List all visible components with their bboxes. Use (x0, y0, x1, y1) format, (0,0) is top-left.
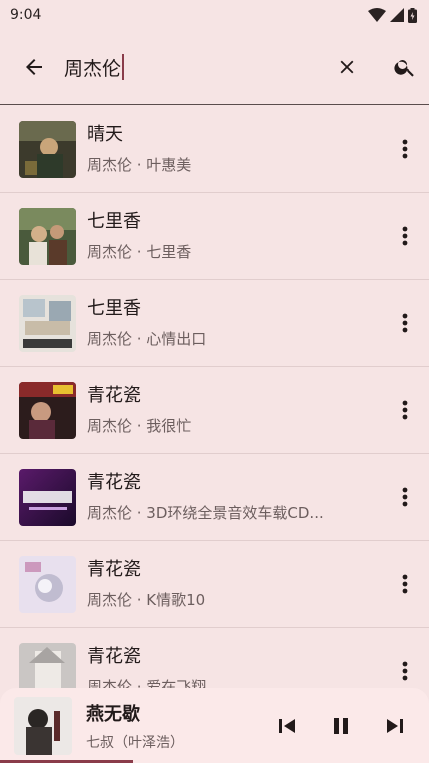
status-time: 9:04 (10, 7, 42, 23)
song-title: 青花瓷 (87, 645, 141, 667)
search-input[interactable]: 周杰伦 (64, 54, 121, 81)
song-title: 晴天 (87, 123, 123, 145)
previous-button[interactable] (273, 712, 301, 740)
album-cover (19, 294, 76, 352)
search-bar: 周杰伦 (0, 30, 429, 105)
list-item[interactable]: 青花瓷 周杰伦 · 3D环绕全景音效车载CD... (0, 454, 429, 541)
more-vert-icon (402, 139, 408, 159)
album-cover (19, 555, 76, 613)
next-button[interactable] (381, 712, 409, 740)
text-cursor (122, 54, 125, 80)
song-title: 七里香 (87, 297, 141, 319)
song-subtitle: 周杰伦 · 爱在飞翔 (87, 677, 207, 689)
more-options-button[interactable] (393, 216, 417, 256)
now-playing-cover (14, 696, 72, 755)
close-icon (340, 60, 354, 74)
list-item[interactable]: 青花瓷 周杰伦 · K情歌10 (0, 541, 429, 628)
pause-button[interactable] (327, 712, 355, 740)
more-options-button[interactable] (393, 390, 417, 430)
player-controls (273, 712, 409, 740)
list-item[interactable]: 晴天 周杰伦 · 叶惠美 (0, 106, 429, 193)
song-text: 青花瓷 周杰伦 · 我很忙 (87, 384, 385, 437)
song-text: 青花瓷 周杰伦 · 3D环绕全景音效车载CD... (87, 471, 385, 524)
more-vert-icon (402, 574, 408, 594)
wifi-icon (368, 8, 386, 22)
more-options-button[interactable] (393, 651, 417, 688)
song-subtitle: 周杰伦 · 3D环绕全景音效车载CD... (87, 503, 324, 522)
status-icons (368, 7, 417, 23)
back-button[interactable] (20, 53, 48, 81)
signal-icon (390, 8, 404, 22)
search-button[interactable] (391, 53, 419, 81)
search-icon (394, 60, 414, 77)
more-options-button[interactable] (393, 564, 417, 604)
song-text: 青花瓷 周杰伦 · 爱在飞翔 (87, 645, 385, 689)
more-options-button[interactable] (393, 303, 417, 343)
song-text: 七里香 周杰伦 · 七里香 (87, 210, 385, 263)
skip-next-icon (387, 718, 403, 733)
song-title: 七里香 (87, 210, 141, 232)
list-item[interactable]: 七里香 周杰伦 · 七里香 (0, 193, 429, 280)
now-playing-text: 燕无歇 七叔（叶泽浩） (86, 700, 273, 752)
clear-button[interactable] (333, 53, 361, 81)
song-subtitle: 周杰伦 · 叶惠美 (87, 155, 192, 174)
now-playing-artist: 七叔（叶泽浩） (86, 734, 184, 751)
song-subtitle: 周杰伦 · 心情出口 (87, 329, 207, 348)
album-cover (19, 642, 76, 688)
song-text: 青花瓷 周杰伦 · K情歌10 (87, 558, 385, 611)
album-cover (19, 207, 76, 265)
more-vert-icon (402, 487, 408, 507)
song-subtitle: 周杰伦 · 七里香 (87, 242, 192, 261)
more-vert-icon (402, 661, 408, 681)
search-results-list: 晴天 周杰伦 · 叶惠美 七里香 周杰伦 · 七里香 七里香 周杰伦 · 心情出… (0, 106, 429, 688)
song-subtitle: 周杰伦 · K情歌10 (87, 590, 206, 609)
album-cover (19, 468, 76, 526)
more-vert-icon (402, 400, 408, 420)
song-title: 青花瓷 (87, 471, 141, 493)
battery-icon (408, 7, 417, 23)
song-title: 青花瓷 (87, 384, 141, 406)
now-playing-title: 燕无歇 (86, 703, 140, 725)
mini-player[interactable]: 燕无歇 七叔（叶泽浩） (0, 688, 429, 763)
more-vert-icon (402, 313, 408, 333)
skip-previous-icon (279, 718, 295, 733)
search-field[interactable]: 周杰伦 (64, 54, 333, 81)
more-options-button[interactable] (393, 129, 417, 169)
album-cover (19, 381, 76, 439)
list-item[interactable]: 青花瓷 周杰伦 · 我很忙 (0, 367, 429, 454)
more-vert-icon (402, 226, 408, 246)
more-options-button[interactable] (393, 477, 417, 517)
pause-icon (334, 717, 348, 734)
list-item[interactable]: 七里香 周杰伦 · 心情出口 (0, 280, 429, 367)
song-title: 青花瓷 (87, 558, 141, 580)
song-text: 七里香 周杰伦 · 心情出口 (87, 297, 385, 350)
album-cover (19, 120, 76, 178)
song-text: 晴天 周杰伦 · 叶惠美 (87, 123, 385, 176)
list-item[interactable]: 青花瓷 周杰伦 · 爱在飞翔 (0, 628, 429, 688)
song-subtitle: 周杰伦 · 我很忙 (87, 416, 192, 435)
arrow-back-icon (26, 59, 42, 75)
status-bar: 9:04 (0, 0, 429, 30)
